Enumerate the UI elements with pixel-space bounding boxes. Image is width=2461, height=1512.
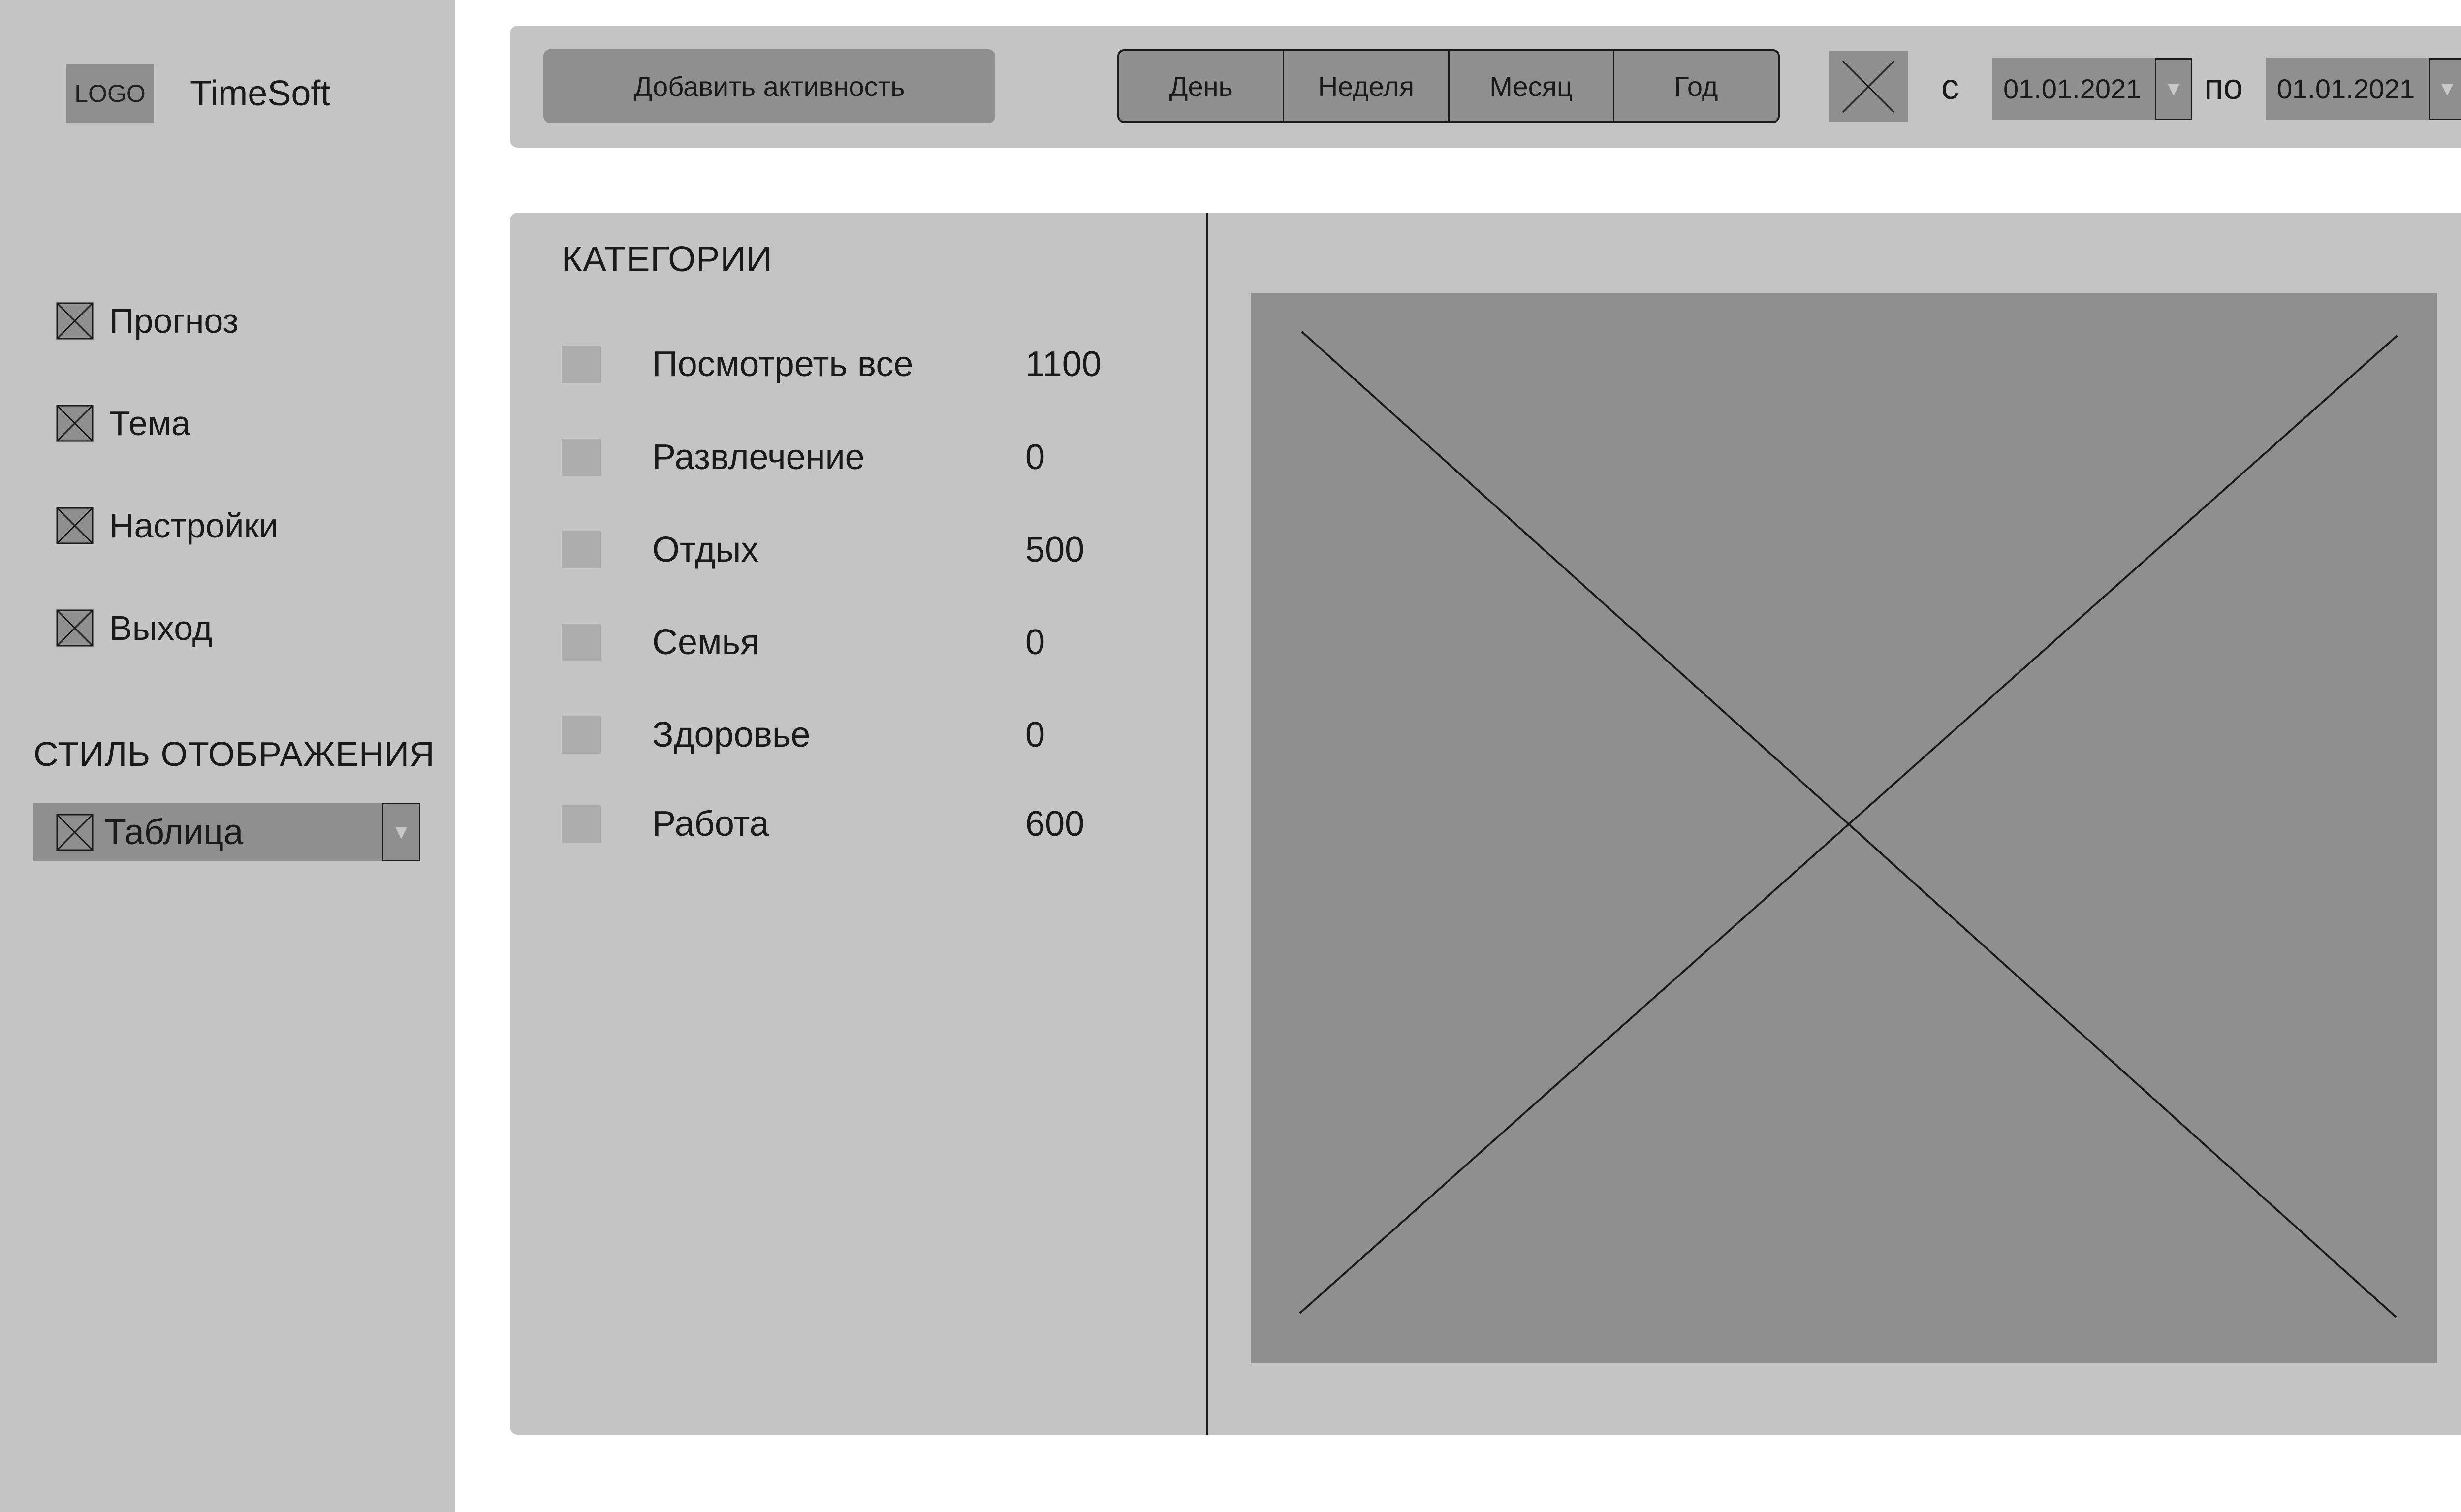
placeholder-x-icon [56,814,94,851]
date-to-picker[interactable]: 01.01.2021 ▼ [2266,58,2461,120]
placeholder-x-icon [56,405,94,442]
panel-divider [1206,213,1208,1435]
category-label: Развлечение [652,438,865,477]
sidebar-item-label: Тема [109,404,190,442]
category-checkbox[interactable] [562,624,601,661]
period-year-button[interactable]: Год [1612,51,1778,121]
category-row[interactable]: Семья 0 [562,620,1152,664]
category-checkbox[interactable] [562,716,601,754]
category-row[interactable]: Посмотреть все 1100 [562,342,1152,386]
category-value: 1100 [1025,345,1102,384]
placeholder-x-icon [56,609,94,647]
sidebar: LOGO TimeSoft Прогноз Тема Настройки Вых… [0,0,455,1512]
image-placeholder-icon [1251,293,2437,1363]
display-style-select[interactable]: Таблица ▼ [33,803,420,861]
logo: LOGO [66,64,154,123]
sidebar-item-label: Выход [109,609,213,647]
date-from-value: 01.01.2021 [2003,73,2142,104]
category-row[interactable]: Работа 600 [562,802,1152,846]
category-value: 600 [1025,804,1085,844]
category-label: Работа [652,804,769,844]
date-from-label: с [1941,67,1959,107]
category-row[interactable]: Развлечение 0 [562,435,1152,479]
categories-title: КАТЕГОРИИ [562,240,772,279]
logo-text: LOGO [74,80,146,107]
period-day-button[interactable]: День [1119,51,1283,121]
category-checkbox[interactable] [562,346,601,383]
sidebar-item-logout[interactable]: Выход [56,608,212,648]
placeholder-x-icon [56,507,94,544]
display-style-value: Таблица [104,813,244,852]
add-activity-button[interactable]: Добавить активность [543,49,995,123]
category-label: Отдых [652,530,759,569]
category-label: Здоровье [652,715,811,755]
toolbar: Добавить активность День Неделя Месяц Го… [510,26,2461,148]
app-title: TimeSoft [190,74,331,113]
sidebar-item-label: Прогноз [109,302,239,340]
category-checkbox[interactable] [562,531,601,568]
date-from-picker[interactable]: 01.01.2021 ▼ [1992,58,2192,120]
period-switcher: День Неделя Месяц Год [1117,49,1780,123]
sidebar-item-forecast[interactable]: Прогноз [56,301,239,341]
chevron-down-icon[interactable]: ▼ [2429,58,2461,120]
content-placeholder [1251,293,2437,1363]
period-month-button[interactable]: Месяц [1448,51,1613,121]
category-checkbox[interactable] [562,805,601,843]
date-to-value: 01.01.2021 [2277,73,2415,104]
date-to-label: по [2204,67,2243,107]
category-value: 500 [1025,530,1085,569]
sidebar-item-theme[interactable]: Тема [56,404,190,443]
category-value: 0 [1025,438,1045,477]
chevron-down-icon[interactable]: ▼ [2155,58,2192,120]
chevron-down-icon[interactable]: ▼ [382,803,420,861]
category-value: 0 [1025,715,1045,755]
period-week-button[interactable]: Неделя [1283,51,1448,121]
display-style-title: СТИЛЬ ОТОБРАЖЕНИЯ [33,735,435,773]
calendar-button[interactable] [1829,51,1908,122]
category-row[interactable]: Отдых 500 [562,528,1152,572]
category-label: Семья [652,623,760,662]
placeholder-x-icon [56,302,94,340]
category-checkbox[interactable] [562,439,601,476]
sidebar-item-label: Настройки [109,506,279,545]
category-label: Посмотреть все [652,345,914,384]
main-panel: КАТЕГОРИИ Посмотреть все 1100 Развлечени… [510,213,2461,1435]
category-value: 0 [1025,623,1045,662]
category-row[interactable]: Здоровье 0 [562,713,1152,757]
placeholder-x-icon [1842,60,1895,113]
sidebar-item-settings[interactable]: Настройки [56,506,278,545]
